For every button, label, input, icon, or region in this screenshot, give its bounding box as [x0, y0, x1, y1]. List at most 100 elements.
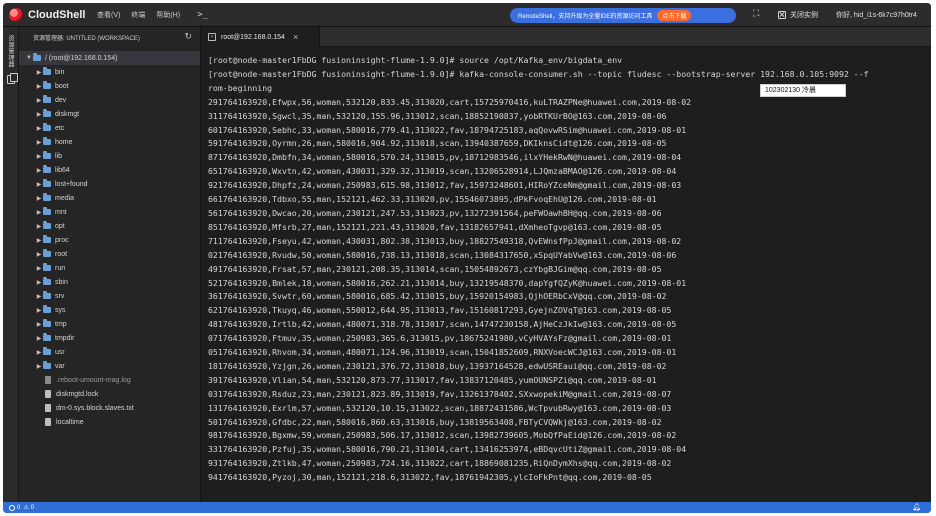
folder-icon [43, 109, 51, 117]
tree-folder[interactable]: ▶ media [19, 191, 200, 205]
tree-folder[interactable]: ▶ opt [19, 219, 200, 233]
folder-icon [43, 221, 51, 229]
top-bar: CloudShell 查看(V) 终端 帮助(H) >_ RemoteShell… [3, 3, 931, 27]
tree-folder[interactable]: ▶ lib64 [19, 163, 200, 177]
tree-file-label: dm-0.sys.block.slaves.txt [56, 404, 134, 412]
tree-folder[interactable]: ▶ etc [19, 121, 200, 135]
tree-folder[interactable]: ▶ srv [19, 289, 200, 303]
files-icon[interactable] [7, 73, 18, 84]
tree-folder[interactable]: ▶ dev [19, 93, 200, 107]
chevron-right-icon: ▶ [36, 97, 42, 104]
activity-bar: 资源管理器 [3, 27, 19, 502]
tree-folder-label: boot [55, 82, 69, 90]
cloudshell-logo-icon [9, 7, 23, 22]
tree-file-label: .reboot-umount-mag.log [56, 376, 131, 384]
terminal-line: 291764163920,Efwpx,56,woman,532120,833.4… [208, 96, 692, 107]
tree-folder-label: etc [55, 124, 65, 132]
problems-indicator[interactable]: 0 ⚠ 0 [9, 504, 34, 511]
tree-folder[interactable]: ▶ usr [19, 345, 200, 359]
tree-folder[interactable]: ▶ mnt [19, 205, 200, 219]
terminal-line: 181764163920,Yzjgn,26,woman,230121,376.7… [208, 360, 667, 371]
chevron-right-icon: ▶ [36, 139, 42, 146]
chevron-right-icon: ▶ [36, 167, 42, 174]
menu-view[interactable]: 查看(V) [97, 10, 120, 20]
folder-icon [43, 137, 51, 145]
terminal-output[interactable]: [root@node-master1FbDG fusioninsight-flu… [202, 48, 931, 502]
terminal-line: 361764163920,Svwtr,60,woman,580016,685.4… [208, 291, 667, 302]
folder-icon [43, 291, 51, 299]
tree-folder[interactable]: ▶ tmpdir [19, 331, 200, 345]
terminal-line: 051764163920,Rhvom,34,woman,480071,124.9… [208, 347, 677, 358]
tree-folder-label: sbin [55, 278, 68, 286]
terminal-line: 031764163920,Rsduz,23,man,230121,823.89,… [208, 388, 672, 399]
terminal-line: 501764163920,Gfdbc,22,man,580016,860.63,… [208, 416, 662, 427]
brand: CloudShell [9, 7, 89, 22]
tree-folder[interactable]: ▶ lib [19, 149, 200, 163]
chevron-right-icon: ▶ [36, 363, 42, 370]
close-box-icon [778, 11, 786, 19]
tree-folder-label: usr [55, 348, 65, 356]
folder-icon [43, 347, 51, 355]
chevron-right-icon: ▶ [36, 279, 42, 286]
tree-folder[interactable]: ▶ diskmgt [19, 107, 200, 121]
folder-icon [43, 305, 51, 313]
close-icon[interactable]: × [293, 32, 298, 42]
tree-folder-label: opt [55, 222, 65, 230]
status-bar: 0 ⚠ 0 🔔︎ [3, 502, 931, 513]
tree-folder[interactable]: ▶ var [19, 359, 200, 373]
tree-folder[interactable]: ▶ run [19, 261, 200, 275]
tree-folder[interactable]: ▶ boot [19, 79, 200, 93]
folder-icon [43, 151, 51, 159]
chevron-right-icon: ▶ [36, 83, 42, 90]
explorer-title: 资源管理器: UNTITLED (WORKSPACE) [33, 35, 140, 42]
explorer-activity-label[interactable]: 资源管理器 [6, 35, 15, 68]
tree-folder-label: lost+found [55, 180, 88, 188]
menu-terminal[interactable]: 终端 [131, 10, 145, 20]
folder-icon [43, 67, 51, 75]
chevron-right-icon: ▶ [36, 349, 42, 356]
chevron-right-icon: ▶ [36, 195, 42, 202]
warning-icon: ⚠ [23, 505, 29, 511]
promo-download-button[interactable]: 点击下载 [657, 10, 692, 21]
close-instance-button[interactable]: 关闭实例 [778, 10, 818, 20]
menu-bar: 查看(V) 终端 帮助(H) [97, 10, 191, 20]
tree-file-label: localtime [56, 418, 84, 426]
bell-icon[interactable]: 🔔︎ [912, 503, 921, 511]
user-greeting[interactable]: 你好, hid_i1s-6k7c97h0tr4 [836, 10, 917, 20]
refresh-icon[interactable]: ↻ [184, 31, 192, 42]
terminal-line: 851764163920,Mfsrb,27,man,152121,221.43,… [208, 221, 662, 232]
terminal-line: 561764163920,Dwcao,20,woman,230121,247.5… [208, 207, 662, 218]
tree-folder[interactable]: ▶ sys [19, 303, 200, 317]
terminal-line: 391764163920,Vlian,54,man,532120,873.77,… [208, 374, 657, 385]
folder-icon [43, 249, 51, 257]
tab-terminal[interactable]: > root@192.168.0.154 × [202, 27, 320, 47]
chevron-right-icon: ▶ [36, 153, 42, 160]
fullscreen-icon[interactable]: ⛶ [753, 8, 759, 19]
tree-folder[interactable]: ▶ root [19, 247, 200, 261]
tree-file[interactable]: diskmgtd.lock [19, 387, 200, 401]
tree-file[interactable]: .reboot-umount-mag.log [19, 373, 200, 387]
chevron-right-icon: ▶ [36, 307, 42, 314]
file-icon [45, 418, 51, 426]
tree-folder-label: dev [55, 96, 67, 104]
terminal-line: 071764163920,Ftmuv,35,woman,250983,365.6… [208, 333, 672, 344]
terminal-line: 591764163920,Oyrmn,26,man,580016,904.92,… [208, 138, 667, 149]
tree-file[interactable]: dm-0.sys.block.slaves.txt [19, 401, 200, 415]
terminal-line: 601764163920,Sebhc,33,woman,580016,779.4… [208, 124, 687, 135]
tree-folder[interactable]: ▶ tmp [19, 317, 200, 331]
tree-file[interactable]: localtime [19, 415, 200, 429]
menu-help[interactable]: 帮助(H) [156, 10, 180, 20]
tree-folder[interactable]: ▶ lost+found [19, 177, 200, 191]
terminal-line: 021764163920,Rvudw,50,woman,580016,738.1… [208, 249, 677, 260]
promo-banner[interactable]: RemoteShell，支持升级为全量IDE的资源访问工具 点击下载 [510, 8, 736, 23]
chevron-right-icon: ▶ [36, 251, 42, 258]
warning-count: 0 [30, 504, 35, 511]
app-title: CloudShell [28, 8, 86, 21]
tree-folder[interactable]: ▶ bin [19, 65, 200, 79]
tree-root[interactable]: ▼ / (root@192.168.0.154) [19, 51, 200, 65]
tree-folder[interactable]: ▶ proc [19, 233, 200, 247]
tree-folder[interactable]: ▶ sbin [19, 275, 200, 289]
tree-folder[interactable]: ▶ home [19, 135, 200, 149]
chevron-right-icon: ▶ [36, 223, 42, 230]
terminal-prompt-icon[interactable]: >_ [197, 10, 208, 20]
